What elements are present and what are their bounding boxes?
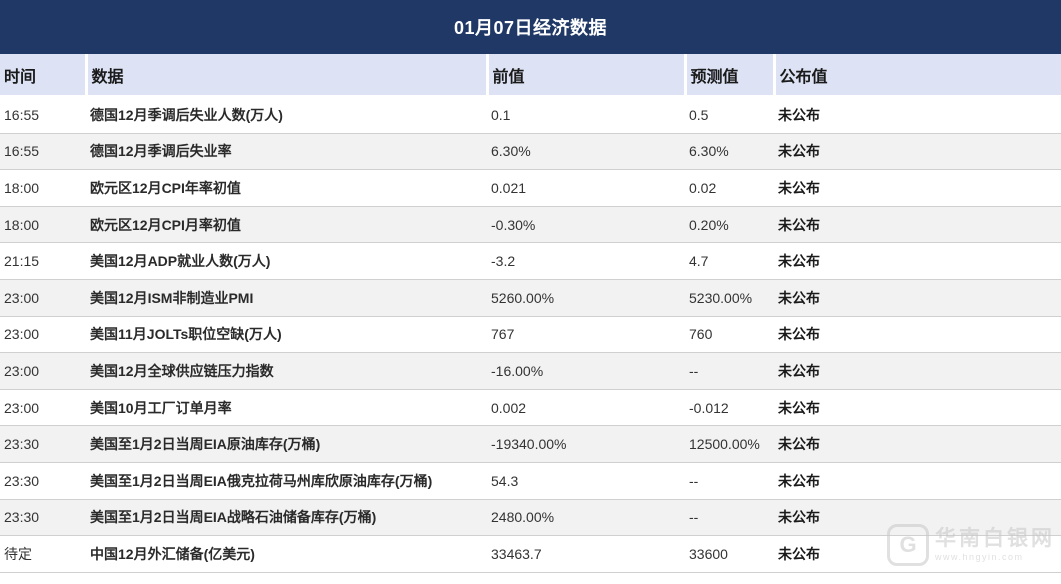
cell-previous: -19340.00% bbox=[487, 425, 685, 463]
table-row: 23:00 美国10月工厂订单月率 0.002 -0.012 未公布 bbox=[0, 389, 1061, 427]
table-row: 18:00 欧元区12月CPI年率初值 0.021 0.02 未公布 bbox=[0, 169, 1061, 207]
cell-forecast: -0.012 bbox=[685, 389, 774, 427]
cell-forecast: -- bbox=[685, 462, 774, 500]
cell-time: 23:30 bbox=[0, 499, 86, 537]
table-row: 16:55 德国12月季调后失业人数(万人) 0.1 0.5 未公布 bbox=[0, 96, 1061, 134]
cell-indicator-name: 美国至1月2日当周EIA战略石油储备库存(万桶) bbox=[86, 499, 487, 537]
cell-forecast: 0.20% bbox=[685, 206, 774, 244]
cell-published: 未公布 bbox=[774, 462, 1061, 500]
cell-previous: 54.3 bbox=[487, 462, 685, 500]
cell-indicator-name: 美国12月ISM非制造业PMI bbox=[86, 279, 487, 317]
cell-time: 18:00 bbox=[0, 169, 86, 207]
header-previous: 前值 bbox=[487, 54, 687, 97]
table-row: 23:30 美国至1月2日当周EIA原油库存(万桶) -19340.00% 12… bbox=[0, 425, 1061, 463]
cell-time: 16:55 bbox=[0, 96, 86, 134]
cell-published: 未公布 bbox=[774, 242, 1061, 280]
cell-previous: -3.2 bbox=[487, 242, 685, 280]
cell-published: 未公布 bbox=[774, 316, 1061, 354]
cell-time: 23:00 bbox=[0, 316, 86, 354]
table-row: 23:30 美国至1月2日当周EIA俄克拉荷马州库欣原油库存(万桶) 54.3 … bbox=[0, 462, 1061, 500]
cell-previous: 0.021 bbox=[487, 169, 685, 207]
cell-forecast: 5230.00% bbox=[685, 279, 774, 317]
cell-time: 23:30 bbox=[0, 425, 86, 463]
table-header-row: 时间 数据 前值 预测值 公布值 bbox=[0, 54, 1061, 97]
cell-indicator-name: 欧元区12月CPI月率初值 bbox=[86, 206, 487, 244]
cell-indicator-name: 中国12月外汇储备(亿美元) bbox=[86, 535, 487, 573]
cell-forecast: 4.7 bbox=[685, 242, 774, 280]
cell-published: 未公布 bbox=[774, 389, 1061, 427]
cell-published: 未公布 bbox=[774, 352, 1061, 390]
cell-indicator-name: 欧元区12月CPI年率初值 bbox=[86, 169, 487, 207]
cell-indicator-name: 美国12月ADP就业人数(万人) bbox=[86, 242, 487, 280]
cell-indicator-name: 美国10月工厂订单月率 bbox=[86, 389, 487, 427]
cell-previous: 33463.7 bbox=[487, 535, 685, 573]
cell-previous: -16.00% bbox=[487, 352, 685, 390]
cell-forecast: 6.30% bbox=[685, 133, 774, 171]
cell-forecast: 0.5 bbox=[685, 96, 774, 134]
cell-time: 21:15 bbox=[0, 242, 86, 280]
watermark-text-group: 华南白银网 www.hngyin.com bbox=[935, 527, 1055, 563]
cell-time: 23:00 bbox=[0, 389, 86, 427]
cell-time: 16:55 bbox=[0, 133, 86, 171]
cell-forecast: 12500.00% bbox=[685, 425, 774, 463]
cell-forecast: 33600 bbox=[685, 535, 774, 573]
header-forecast: 预测值 bbox=[685, 54, 776, 97]
cell-published: 未公布 bbox=[774, 279, 1061, 317]
table-row: 23:00 美国12月ISM非制造业PMI 5260.00% 5230.00% … bbox=[0, 279, 1061, 317]
cell-time: 18:00 bbox=[0, 206, 86, 244]
cell-indicator-name: 德国12月季调后失业人数(万人) bbox=[86, 96, 487, 134]
watermark-site-url: www.hngyin.com bbox=[935, 552, 1024, 562]
table-row: 21:15 美国12月ADP就业人数(万人) -3.2 4.7 未公布 bbox=[0, 242, 1061, 280]
cell-published: 未公布 bbox=[774, 206, 1061, 244]
cell-time: 待定 bbox=[0, 535, 86, 573]
table-row: 23:00 美国11月JOLTs职位空缺(万人) 767 760 未公布 bbox=[0, 316, 1061, 354]
cell-forecast: -- bbox=[685, 352, 774, 390]
table-row: 18:00 欧元区12月CPI月率初值 -0.30% 0.20% 未公布 bbox=[0, 206, 1061, 244]
cell-indicator-name: 德国12月季调后失业率 bbox=[86, 133, 487, 171]
cell-indicator-name: 美国至1月2日当周EIA原油库存(万桶) bbox=[86, 425, 487, 463]
cell-previous: 767 bbox=[487, 316, 685, 354]
header-published: 公布值 bbox=[774, 54, 1061, 97]
cell-forecast: 0.02 bbox=[685, 169, 774, 207]
cell-published: 未公布 bbox=[774, 133, 1061, 171]
cell-previous: 6.30% bbox=[487, 133, 685, 171]
table-row: 16:55 德国12月季调后失业率 6.30% 6.30% 未公布 bbox=[0, 133, 1061, 171]
watermark-site-name: 华南白银网 bbox=[935, 527, 1055, 550]
economic-calendar-page: 01月07日经济数据 时间 数据 前值 预测值 公布值 16:55 德国12月季… bbox=[0, 0, 1061, 584]
cell-previous: -0.30% bbox=[487, 206, 685, 244]
economic-data-table: 时间 数据 前值 预测值 公布值 16:55 德国12月季调后失业人数(万人) … bbox=[0, 54, 1061, 573]
header-time: 时间 bbox=[0, 54, 88, 97]
cell-indicator-name: 美国11月JOLTs职位空缺(万人) bbox=[86, 316, 487, 354]
page-title: 01月07日经济数据 bbox=[0, 0, 1061, 54]
cell-forecast: -- bbox=[685, 499, 774, 537]
cell-time: 23:00 bbox=[0, 279, 86, 317]
cell-previous: 5260.00% bbox=[487, 279, 685, 317]
cell-forecast: 760 bbox=[685, 316, 774, 354]
cell-indicator-name: 美国12月全球供应链压力指数 bbox=[86, 352, 487, 390]
cell-previous: 0.002 bbox=[487, 389, 685, 427]
watermark-logo-icon: G bbox=[887, 524, 929, 566]
cell-published: 未公布 bbox=[774, 169, 1061, 207]
cell-previous: 2480.00% bbox=[487, 499, 685, 537]
cell-previous: 0.1 bbox=[487, 96, 685, 134]
cell-time: 23:00 bbox=[0, 352, 86, 390]
cell-published: 未公布 bbox=[774, 425, 1061, 463]
table-row: 23:00 美国12月全球供应链压力指数 -16.00% -- 未公布 bbox=[0, 352, 1061, 390]
cell-time: 23:30 bbox=[0, 462, 86, 500]
cell-indicator-name: 美国至1月2日当周EIA俄克拉荷马州库欣原油库存(万桶) bbox=[86, 462, 487, 500]
header-data: 数据 bbox=[86, 54, 489, 97]
cell-published: 未公布 bbox=[774, 96, 1061, 134]
site-watermark: G 华南白银网 www.hngyin.com bbox=[887, 524, 1055, 566]
